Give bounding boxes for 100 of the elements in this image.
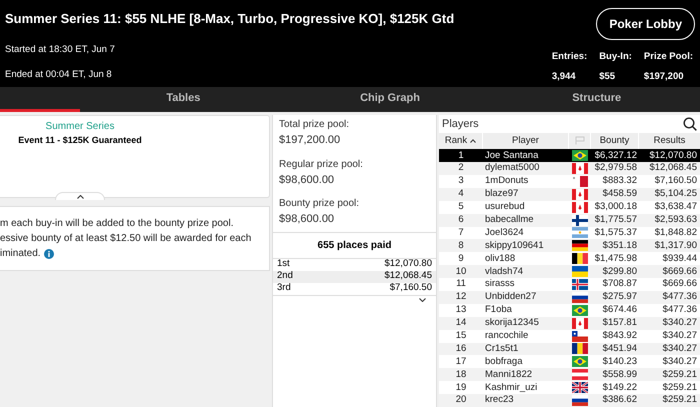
column-header[interactable]: Rank [444, 134, 468, 148]
prize-pool-value: $197,200.00 [279, 133, 342, 148]
player-row[interactable]: 14 skorija12345 $157.81 $340.27 [439, 316, 700, 330]
bounty-cell: $3,000.18 [594, 200, 637, 214]
prize-pool-label: Regular prize pool: [279, 158, 364, 172]
column-header[interactable]: Bounty [600, 134, 630, 148]
player-cell: Cr1s5t1 [485, 342, 518, 354]
prize-pool-label: Total prize pool: [279, 118, 350, 132]
player-cell: skippy109641 [485, 240, 544, 251]
payout-cell-text: $7,160.50 [390, 281, 432, 296]
player-cell: krec23 [485, 394, 514, 406]
result-cell-text: $7,160.50 [654, 174, 697, 188]
player-cell: Joe Santana [485, 150, 538, 161]
player-row[interactable]: 4 blaze97 $458.59 $5,104.25 [439, 188, 700, 201]
bounty-cell-text: $1,575.37 [594, 226, 637, 240]
player-cell: F1oba [485, 304, 512, 316]
bounty-cell: $157.81 [602, 316, 637, 330]
player-cell: vladsh74 [485, 266, 524, 277]
rank-cell: 9 [458, 252, 464, 266]
player-row[interactable]: 18 Manni1822 $558.99 $259.21 [439, 368, 700, 382]
result-cell: $259.21 [662, 393, 697, 407]
stat-label: Prize Pool: [644, 51, 693, 63]
rank-cell: 13 [456, 303, 466, 318]
bounty-cell: $386.62 [602, 393, 637, 407]
tab[interactable]: Structure [493, 87, 700, 112]
bounty-cell-text: $1,775.57 [594, 212, 637, 227]
result-cell: $340.27 [662, 316, 697, 330]
result-cell: $259.21 [662, 380, 697, 395]
rank-cell-text: 3 [458, 174, 464, 188]
bounty-cell: $6,327.12 [594, 148, 637, 163]
player-cell: Manni1822 [485, 368, 532, 380]
bounty-cell: $558.99 [602, 368, 637, 382]
start-time: Started at 18:30 ET, Jun 7 [5, 44, 116, 56]
poker-lobby-button[interactable]: Poker Lobby [596, 8, 695, 40]
rank-cell-text: 16 [456, 342, 466, 356]
tab[interactable]: Tables [80, 87, 287, 112]
sort-caret-icon [470, 138, 476, 143]
collapse-tab[interactable] [55, 192, 105, 200]
player-row[interactable]: 1 Joe Santana $6,327.12 $12,070.80 [439, 149, 700, 162]
rank-cell-text: 11 [456, 277, 466, 292]
player-cell: Joel3624 [485, 226, 524, 238]
result-cell: $939.44 [662, 252, 697, 266]
players-heading: Players [442, 116, 479, 132]
result-cell: $669.66 [662, 264, 697, 279]
player-cell: rancochile [485, 330, 528, 341]
player-cell: skorija12345 [485, 317, 539, 328]
caret-down-icon[interactable] [419, 298, 426, 302]
bounty-cell: $1,475.98 [594, 252, 637, 266]
bounty-cell-text: $2,979.58 [594, 161, 637, 176]
result-cell-text: $12,068.45 [649, 161, 697, 176]
result-cell-text: $340.27 [662, 342, 697, 356]
prize-pool-label: Bounty prize pool: [279, 197, 360, 211]
tab[interactable]: Chip Graph [286, 87, 494, 112]
rank-cell: 5 [458, 200, 464, 214]
result-cell: $259.21 [662, 368, 697, 382]
player-cell: Kashmir_uzi [485, 382, 538, 393]
stat-label: Entries: [552, 51, 588, 63]
bounty-cell-text: $708.87 [602, 277, 637, 292]
rank-cell-text: 6 [458, 212, 464, 227]
info-icon[interactable] [44, 248, 54, 258]
prize-pool-value: $98,600.00 [279, 172, 336, 188]
player-row[interactable]: 7 Joel3624 $1,575.37 $1,848.82 [439, 226, 700, 240]
description-text: essive bounty of at least $12.50 will be awarded for each [0, 232, 252, 246]
payout-cell-text: $12,070.80 [384, 257, 432, 271]
description-text: m each buy-in will be added to the bounty prize pool. [0, 217, 234, 231]
rank-cell-text: 17 [456, 354, 466, 369]
series-name: Summer Series [46, 120, 114, 134]
player-cell: blaze97 [485, 188, 518, 200]
search-icon[interactable] [683, 116, 697, 131]
rank-cell-text: 2 [458, 161, 464, 176]
rank-cell-text: 7 [458, 226, 464, 240]
bounty-cell: $458.59 [602, 187, 637, 202]
player-row[interactable]: 8 skippy109641 $351.18 $1,317.90 [439, 239, 700, 252]
player-cell: Unbidden27 [485, 291, 536, 302]
bounty-cell-text: $451.94 [602, 342, 637, 356]
place-cell-text: 2nd [277, 269, 293, 283]
player-row[interactable]: 6 babecallme $1,775.57 $2,593.63 [439, 214, 700, 227]
result-cell-text: $2,593.63 [654, 212, 697, 227]
rank-cell: 14 [456, 316, 466, 330]
player-row[interactable]: 10 vladsh74 $299.80 $669.66 [439, 265, 700, 278]
player-row[interactable]: 2 dylemat5000 $2,979.58 $12,068.45 [439, 162, 700, 175]
place-cell-text: 1st [277, 257, 290, 271]
stat-value: $197,200 [644, 71, 685, 83]
stat-label: Buy-In: [599, 51, 632, 63]
rank-cell: 8 [458, 238, 464, 253]
player-row[interactable]: 12 Unbidden27 $275.97 $477.36 [439, 290, 700, 304]
player-row[interactable]: 16 Cr1s5t1 $451.94 $340.27 [439, 342, 700, 356]
rank-cell: 19 [456, 380, 466, 395]
column-header[interactable]: Player [512, 134, 539, 148]
event-name: Event 11 - $125K Guaranteed [18, 134, 142, 147]
bounty-cell: $674.46 [602, 303, 637, 318]
result-cell: $5,104.25 [654, 187, 697, 202]
player-cell: bobfraga [485, 356, 523, 367]
bounty-cell-text: $883.32 [602, 174, 637, 188]
player-row[interactable]: 17 bobfraga $140.23 $340.27 [439, 355, 700, 368]
player-row[interactable]: 20 krec23 $386.62 $259.21 [439, 394, 700, 407]
column-header[interactable]: Results [654, 134, 686, 148]
bounty-cell: $149.22 [602, 380, 637, 395]
player-cell: 1mDonuts [485, 175, 528, 186]
bounty-cell-text: $140.23 [602, 354, 637, 369]
